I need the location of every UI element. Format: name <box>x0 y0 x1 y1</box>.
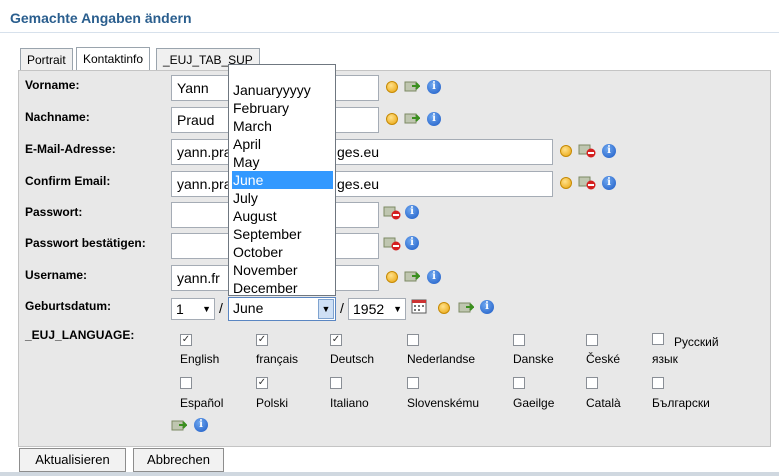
checkbox-catala[interactable] <box>586 377 598 389</box>
info-icon[interactable]: i <box>427 80 441 94</box>
label-confirm-email: Confirm Email: <box>25 174 111 188</box>
warning-icon <box>386 81 398 93</box>
remove-icon[interactable] <box>383 237 401 251</box>
label-vorname: Vorname: <box>25 78 80 92</box>
checkbox-italiano[interactable] <box>330 377 342 389</box>
info-icon[interactable]: i <box>405 205 419 219</box>
month-dropdown-list: Januaryyyyy February March April May Jun… <box>228 64 336 296</box>
label-username: Username: <box>25 268 88 282</box>
month-option-selected[interactable]: June <box>232 171 333 189</box>
checkbox-polski[interactable]: ✓ <box>256 377 268 389</box>
transfer-icon[interactable] <box>458 301 474 315</box>
checkbox-francais[interactable]: ✓ <box>256 334 268 346</box>
info-icon[interactable]: i <box>602 144 616 158</box>
bottom-bar <box>0 472 779 476</box>
language-label: Slovenskému <box>407 396 480 410</box>
month-option[interactable]: March <box>232 117 333 135</box>
day-select[interactable]: 1 ▼ <box>171 298 215 320</box>
tab-portrait[interactable]: Portrait <box>20 48 73 70</box>
update-button[interactable]: Aktualisieren <box>19 448 126 472</box>
tab-kontaktinfo[interactable]: Kontaktinfo <box>76 47 151 71</box>
language-label: Русский язык <box>652 335 719 366</box>
label-passwort: Passwort: <box>25 205 83 219</box>
label-language: _EUJ_LANGUAGE: <box>25 328 135 342</box>
language-label: English <box>180 352 220 366</box>
title-divider <box>0 32 779 33</box>
language-label: Català <box>586 396 621 410</box>
calendar-icon[interactable] <box>411 298 427 314</box>
checkbox-espanol[interactable] <box>180 377 192 389</box>
info-icon[interactable]: i <box>480 300 494 314</box>
form-panel <box>18 70 771 447</box>
info-icon[interactable]: i <box>194 418 208 432</box>
language-label: Italiano <box>330 396 369 410</box>
checkbox-deutsch[interactable]: ✓ <box>330 334 342 346</box>
checkbox-nederlandse[interactable] <box>407 334 419 346</box>
language-label: Nederlandse <box>407 352 476 366</box>
language-label: Danske <box>513 352 554 366</box>
month-option[interactable]: October <box>232 243 333 261</box>
transfer-icon[interactable] <box>171 419 187 433</box>
remove-icon[interactable] <box>383 206 401 220</box>
year-select[interactable]: 1952 ▼ <box>348 298 406 320</box>
language-label: Español <box>180 396 224 410</box>
month-option[interactable]: November <box>232 261 333 279</box>
info-icon[interactable]: i <box>405 236 419 250</box>
month-option[interactable]: April <box>232 135 333 153</box>
info-icon[interactable]: i <box>427 112 441 126</box>
label-nachname: Nachname: <box>25 110 90 124</box>
warning-icon <box>386 271 398 283</box>
label-passwort-bestaetigen: Passwort bestätigen: <box>25 236 146 250</box>
info-icon[interactable]: i <box>427 270 441 284</box>
checkbox-gaeilge[interactable] <box>513 377 525 389</box>
language-label: Gaeilge <box>513 396 555 410</box>
month-option[interactable]: July <box>232 189 333 207</box>
checkbox-ceske[interactable] <box>586 334 598 346</box>
label-email: E-Mail-Adresse: <box>25 142 116 156</box>
date-separator: / <box>340 300 344 316</box>
chevron-down-icon[interactable]: ▼ <box>318 299 334 319</box>
transfer-icon[interactable] <box>404 270 420 284</box>
language-label: Български <box>652 396 710 410</box>
checkbox-english[interactable]: ✓ <box>180 334 192 346</box>
remove-icon[interactable] <box>578 176 596 190</box>
language-label: français <box>256 352 299 366</box>
month-option[interactable]: August <box>232 207 333 225</box>
warning-icon <box>560 145 572 157</box>
language-label: České <box>586 352 621 366</box>
month-option[interactable]: December <box>232 279 333 297</box>
month-option[interactable]: February <box>232 99 333 117</box>
month-select[interactable]: June ▼ <box>228 297 336 321</box>
checkbox-balgarski[interactable] <box>652 377 664 389</box>
checkbox-danske[interactable] <box>513 334 525 346</box>
label-geburtsdatum: Geburtsdatum: <box>25 299 112 313</box>
info-icon[interactable]: i <box>602 176 616 190</box>
language-label: Polski <box>256 396 289 410</box>
month-option[interactable]: May <box>232 153 333 171</box>
warning-icon <box>560 177 572 189</box>
warning-icon <box>438 302 450 314</box>
month-option[interactable]: September <box>232 225 333 243</box>
transfer-icon[interactable] <box>404 80 420 94</box>
checkbox-slovenskemu[interactable] <box>407 377 419 389</box>
remove-icon[interactable] <box>578 144 596 158</box>
language-label: Deutsch <box>330 352 375 366</box>
cancel-button[interactable]: Abbrechen <box>133 448 224 472</box>
warning-icon <box>386 113 398 125</box>
month-option[interactable]: Januaryyyyy <box>232 81 333 99</box>
page-title: Gemachte Angaben ändern <box>10 10 192 26</box>
transfer-icon[interactable] <box>404 112 420 126</box>
date-separator: / <box>219 300 223 316</box>
